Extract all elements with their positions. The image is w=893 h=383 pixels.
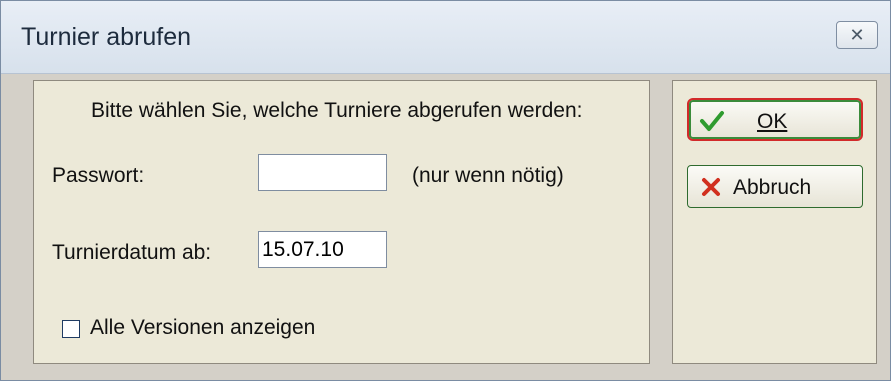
checkmark-icon xyxy=(700,111,724,131)
password-field[interactable] xyxy=(258,154,387,191)
instruction-text: Bitte wählen Sie, welche Turniere abgeru… xyxy=(91,99,583,122)
dialog-window: Turnier abrufen ✕ Bitte wählen Sie, welc… xyxy=(0,0,891,381)
close-button[interactable]: ✕ xyxy=(836,21,878,49)
cancel-label: Abbruch xyxy=(733,176,812,199)
date-label: Turnierdatum ab: xyxy=(52,241,212,264)
ok-button[interactable]: OK xyxy=(687,98,863,141)
main-panel: Bitte wählen Sie, welche Turniere abgeru… xyxy=(33,80,650,364)
ok-label: OK xyxy=(757,110,788,133)
title-bar: Turnier abrufen ✕ xyxy=(1,1,890,74)
password-label: Passwort: xyxy=(52,164,145,187)
date-field[interactable] xyxy=(258,231,387,268)
button-panel: OK Abbruch xyxy=(672,80,877,364)
cancel-button[interactable]: Abbruch xyxy=(687,165,863,208)
window-title: Turnier abrufen xyxy=(21,23,191,51)
x-icon xyxy=(702,178,720,196)
password-hint: (nur wenn nötig) xyxy=(412,164,564,187)
all-versions-checkbox[interactable] xyxy=(62,320,80,338)
close-icon: ✕ xyxy=(849,25,865,45)
all-versions-label[interactable]: Alle Versionen anzeigen xyxy=(90,316,315,340)
